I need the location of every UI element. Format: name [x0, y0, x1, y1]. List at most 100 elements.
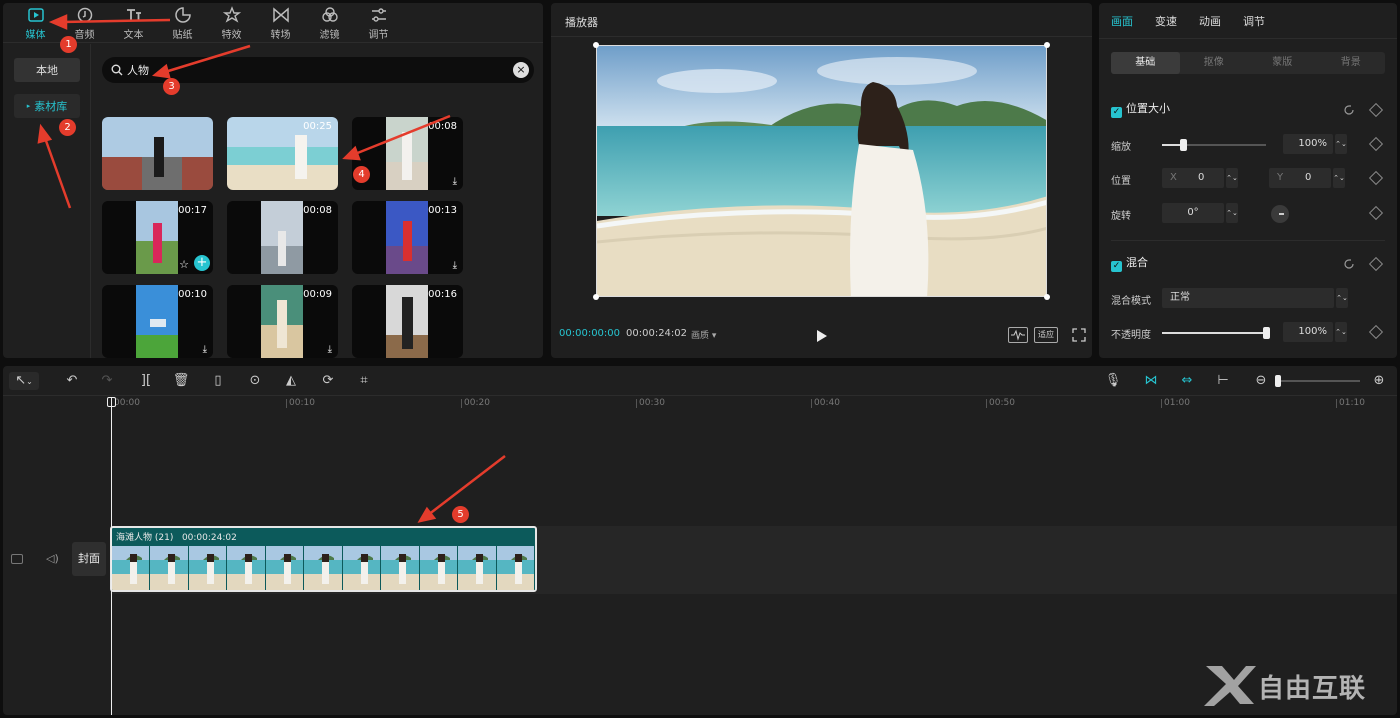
opacity-slider-knob[interactable] [1263, 327, 1270, 339]
add-icon[interactable]: + [194, 255, 210, 271]
waveform-icon[interactable] [1008, 327, 1028, 343]
playhead[interactable] [111, 397, 112, 715]
media-thumbnail[interactable]: 00:17 ☆ + [102, 201, 213, 274]
keyframe-icon[interactable] [1368, 136, 1384, 152]
tab-effects[interactable]: 特效 [207, 3, 256, 43]
timeline-ruler[interactable]: 00:00 00:10 00:20 00:30 00:40 00:50 01:00 01:10 [3, 396, 1397, 410]
download-icon[interactable]: ⤓ [453, 260, 457, 271]
zoom-slider[interactable] [1275, 375, 1360, 387]
tab-label: 音频 [74, 29, 95, 41]
reset-icon[interactable] [1343, 258, 1355, 270]
scale-slider[interactable] [1162, 139, 1266, 151]
segment-tab[interactable]: 蒙版 [1248, 52, 1317, 74]
checkbox-icon[interactable]: ✓ [1111, 261, 1122, 272]
download-icon[interactable]: ⤓ [453, 176, 457, 187]
rotate-row: 旋转 0° ⌃⌄ [1111, 203, 1385, 225]
media-thumbnail[interactable]: 00:08 [227, 201, 338, 274]
keyframe-icon[interactable] [1368, 324, 1384, 340]
mirror-icon[interactable]: ◭ [282, 372, 300, 390]
tab-filter[interactable]: 滤镜 [305, 3, 354, 43]
link-icon[interactable]: ⇔ [1178, 372, 1196, 390]
reset-icon[interactable] [1343, 104, 1355, 116]
download-icon[interactable]: ⤓ [203, 344, 207, 355]
clear-search-icon[interactable]: × [513, 62, 529, 78]
scale-stepper[interactable]: ⌃⌄ [1335, 134, 1347, 154]
search-input[interactable] [127, 63, 507, 77]
fullscreen-icon[interactable] [1072, 328, 1086, 342]
keyframe-icon[interactable] [1368, 102, 1384, 118]
resize-handle[interactable] [1044, 42, 1050, 48]
zoom-out-icon[interactable]: ⊖ [1252, 372, 1270, 390]
section-title-position: 位置大小 [1126, 102, 1170, 115]
media-thumbnail[interactable] [102, 117, 213, 190]
thumbnail-duration: 00:10 [178, 289, 207, 300]
track-visibility-icon[interactable] [11, 554, 23, 564]
rotate-dial[interactable] [1271, 205, 1289, 223]
ruler-tick: 00:50 [986, 399, 1015, 408]
blend-mode-stepper[interactable]: ⌃⌄ [1336, 288, 1348, 308]
tab-text[interactable]: 文本 [109, 3, 158, 43]
x-field[interactable]: X0 [1162, 168, 1224, 188]
download-icon[interactable]: ⤓ [328, 344, 332, 355]
segment-tab[interactable]: 背景 [1317, 52, 1386, 74]
segment-tab[interactable]: 抠像 [1180, 52, 1249, 74]
split-icon[interactable]: ][ [137, 372, 155, 390]
opacity-slider[interactable] [1162, 327, 1270, 339]
resize-handle[interactable] [593, 42, 599, 48]
quality-dropdown[interactable]: 画质 ▾ [691, 328, 716, 341]
media-thumbnail[interactable]: 00:16 [352, 285, 463, 358]
freeze-icon[interactable]: ▯ [209, 372, 227, 390]
media-thumbnail[interactable]: 00:10 ⤓ [102, 285, 213, 358]
zoom-knob[interactable] [1275, 375, 1281, 387]
local-button[interactable]: 本地 [14, 58, 80, 82]
media-thumbnail[interactable]: 00:13 ⤓ [352, 201, 463, 274]
delete-icon[interactable]: 🗑 [172, 372, 190, 390]
redo-icon: ↷ [101, 373, 113, 388]
track-mute-icon[interactable]: ◁) [46, 552, 59, 565]
rotate-field[interactable]: 0° [1162, 203, 1224, 223]
tab-media[interactable]: 媒体 [11, 3, 60, 43]
y-field[interactable]: Y0 [1269, 168, 1331, 188]
media-thumbnail[interactable]: 00:09 ⤓ [227, 285, 338, 358]
tab-sticker[interactable]: 贴纸 [158, 3, 207, 43]
video-clip[interactable]: 海滩人物 (21) 00:00:24:02 [110, 526, 537, 592]
keyframe-icon[interactable] [1368, 256, 1384, 272]
tab-properties-1[interactable]: 变速 [1155, 13, 1177, 29]
tab-properties-0[interactable]: 画面 [1111, 13, 1133, 29]
blend-mode-select[interactable]: 正常 [1162, 288, 1334, 308]
media-thumbnail[interactable]: 00:25 [227, 117, 338, 190]
select-tool-icon[interactable]: ↖⌄ [9, 372, 39, 390]
play-icon[interactable] [816, 329, 828, 343]
tab-transition[interactable]: 转场 [256, 3, 305, 43]
rotate-stepper[interactable]: ⌃⌄ [1226, 203, 1238, 223]
undo-icon[interactable]: ↶ [63, 372, 81, 390]
opacity-value-field[interactable]: 100% [1283, 322, 1333, 342]
tab-properties-3[interactable]: 调节 [1243, 13, 1265, 29]
star-icon[interactable]: ☆ [179, 258, 189, 271]
preview-axis-icon[interactable]: ⊢ [1214, 372, 1232, 390]
cover-button[interactable]: 封面 [72, 542, 106, 576]
tab-adjust[interactable]: 调节 [354, 3, 403, 43]
keyframe-icon[interactable] [1368, 170, 1384, 186]
y-stepper[interactable]: ⌃⌄ [1333, 168, 1345, 188]
keyframe-icon[interactable] [1368, 205, 1384, 221]
microphone-icon[interactable]: 🎙 [1104, 372, 1122, 390]
zoom-in-icon[interactable]: ⊕ [1370, 372, 1388, 390]
video-preview[interactable] [596, 45, 1047, 297]
checkbox-icon[interactable]: ✓ [1111, 107, 1122, 118]
magnet-icon[interactable]: ⋈ [1142, 372, 1160, 390]
resize-handle[interactable] [593, 294, 599, 300]
resize-handle[interactable] [1044, 294, 1050, 300]
tab-properties-2[interactable]: 动画 [1199, 13, 1221, 29]
rotate-icon[interactable]: ⟳ [319, 372, 337, 390]
scale-slider-knob[interactable] [1179, 139, 1187, 151]
opacity-stepper[interactable]: ⌃⌄ [1335, 322, 1347, 342]
crop-icon[interactable]: ⌗ [355, 372, 373, 390]
scale-value-field[interactable]: 100% [1283, 134, 1333, 154]
reverse-icon[interactable]: ⊙ [246, 372, 264, 390]
segment-tab[interactable]: 基础 [1111, 52, 1180, 74]
ruler-tick: 00:40 [811, 399, 840, 408]
x-stepper[interactable]: ⌃⌄ [1226, 168, 1238, 188]
library-button[interactable]: ▸ 素材库 [14, 94, 80, 118]
fit-button[interactable]: 适应 [1034, 327, 1058, 343]
